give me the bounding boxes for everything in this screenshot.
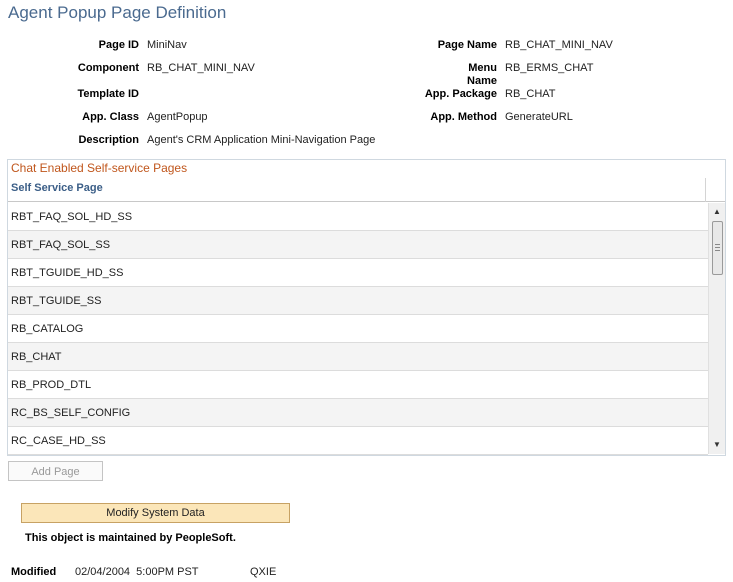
scrollbar-thumb[interactable] [712, 221, 723, 275]
app-method-label: App. Method [430, 111, 497, 123]
grid-title: Chat Enabled Self-service Pages [11, 161, 188, 175]
grip-line [715, 244, 720, 245]
table-row[interactable]: RB_PROD_DTL [8, 371, 708, 399]
table-row[interactable]: RBT_TGUIDE_SS [8, 287, 708, 315]
page-id-label: Page ID [98, 39, 139, 51]
column-header-self-service-page[interactable]: Self Service Page [11, 182, 103, 194]
page-id-value: MiniNav [147, 39, 187, 51]
modified-date: 02/04/2004 5:00PM PST [75, 566, 199, 578]
arrow-up-icon[interactable]: ▲ [709, 205, 725, 219]
table-row[interactable]: RB_CHAT [8, 343, 708, 371]
app-class-label: App. Class [82, 111, 139, 123]
modified-by: QXIE [250, 566, 277, 578]
header-separator [705, 178, 706, 202]
menu-label-line2: Name [467, 75, 497, 87]
component-value: RB_CHAT_MINI_NAV [147, 62, 255, 74]
modified-label: Modified [11, 566, 57, 578]
menu-label-line1: Menu [468, 62, 497, 74]
maintained-note: This object is maintained by PeopleSoft. [25, 532, 236, 544]
grip-line [715, 250, 720, 251]
add-page-button[interactable]: Add Page [8, 461, 103, 481]
table-row[interactable]: RBT_FAQ_SOL_SS [8, 231, 708, 259]
description-value: Agent's CRM Application Mini-Navigation … [147, 134, 376, 146]
grip-line [715, 247, 720, 248]
table-row[interactable]: RBT_TGUIDE_HD_SS [8, 259, 708, 287]
template-id-label: Template ID [77, 88, 139, 100]
description-label: Description [78, 134, 139, 146]
modify-system-data-button[interactable]: Modify System Data [21, 503, 290, 523]
table-row[interactable]: RB_CATALOG [8, 315, 708, 343]
self-service-pages-grid: Chat Enabled Self-service Pages Self Ser… [7, 159, 726, 456]
page-name-value: RB_CHAT_MINI_NAV [505, 39, 613, 51]
app-package-value: RB_CHAT [505, 88, 556, 100]
app-package-label: App. Package [424, 88, 497, 100]
arrow-down-icon[interactable]: ▼ [709, 438, 725, 452]
grid-header: Self Service Page [8, 178, 725, 202]
page-name-label: Page Name [437, 39, 497, 51]
component-label: Component [77, 62, 139, 74]
menu-name-label: Menu Name [380, 62, 497, 88]
table-row[interactable]: RC_BS_SELF_CONFIG [8, 399, 708, 427]
menu-name-value: RB_ERMS_CHAT [505, 62, 594, 74]
page-title: Agent Popup Page Definition [8, 3, 227, 22]
app-method-value: GenerateURL [505, 111, 573, 123]
table-row[interactable]: RC_CASE_HD_SS [8, 427, 708, 455]
app-class-value: AgentPopup [147, 111, 208, 123]
grid-scrollbar[interactable]: ▲ ▼ [708, 203, 725, 454]
grid-rows: RBT_FAQ_SOL_HD_SS RBT_FAQ_SOL_SS RBT_TGU… [8, 203, 708, 455]
table-row[interactable]: RBT_FAQ_SOL_HD_SS [8, 203, 708, 231]
